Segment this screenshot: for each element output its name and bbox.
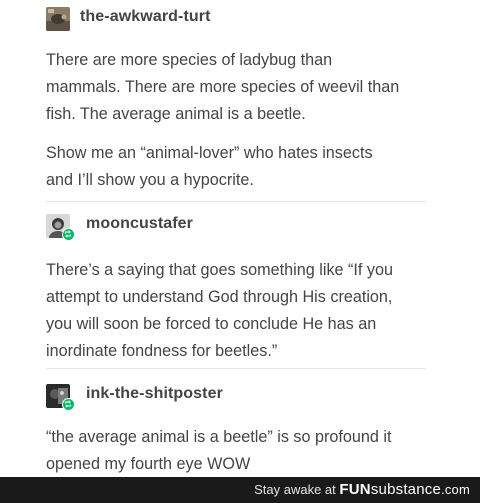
watermark-prefix: Stay awake at <box>254 482 336 497</box>
text-line: mammals. There are more species of weevi… <box>46 78 400 96</box>
post-mooncustafer: mooncustafer There’s a saying that goes … <box>0 202 480 367</box>
text-line: inordinate fondness for beetles.” <box>46 342 278 360</box>
brand-tld: .com <box>441 482 470 497</box>
post-the-awkward-turt: the-awkward-turt There are more species … <box>0 0 480 200</box>
username[interactable]: ink-the-shitposter <box>86 385 223 403</box>
text-line: and I’ll show you a hypocrite. <box>46 171 254 189</box>
post-body: “the average animal is a beetle” is so p… <box>46 424 446 478</box>
text-line: opened my fourth eye WOW <box>46 455 251 473</box>
reblog-icon <box>62 228 75 241</box>
watermark-brand[interactable]: FUNsubstance.com <box>339 481 470 498</box>
text-line: There’s a saying that goes something lik… <box>46 261 394 279</box>
text-line: “the average animal is a beetle” is so p… <box>46 428 392 446</box>
watermark-text: Stay awake at FUNsubstance.com <box>254 481 470 498</box>
watermark-bar: Stay awake at FUNsubstance.com <box>0 477 480 503</box>
text-line: attempt to understand God through His cr… <box>46 288 393 306</box>
brand-fun: FUN <box>339 481 371 498</box>
text-line: Show me an “animal-lover” who hates inse… <box>46 144 373 162</box>
username[interactable]: the-awkward-turt <box>80 8 211 26</box>
brand-substance: substance <box>370 481 442 498</box>
post-ink-the-shitposter: ink-the-shitposter “the average animal i… <box>0 369 480 477</box>
avatar-turtle-icon[interactable] <box>46 7 70 31</box>
text-line: There are more species of ladybug than <box>46 51 333 69</box>
post-body: There are more species of ladybug than m… <box>46 47 446 194</box>
post-body: There’s a saying that goes something lik… <box>46 257 446 365</box>
username[interactable]: mooncustafer <box>86 215 193 233</box>
text-line: fish. The average animal is a beetle. <box>46 105 306 123</box>
text-line: you will soon be forced to conclude He h… <box>46 315 377 333</box>
reblog-icon <box>62 398 75 411</box>
